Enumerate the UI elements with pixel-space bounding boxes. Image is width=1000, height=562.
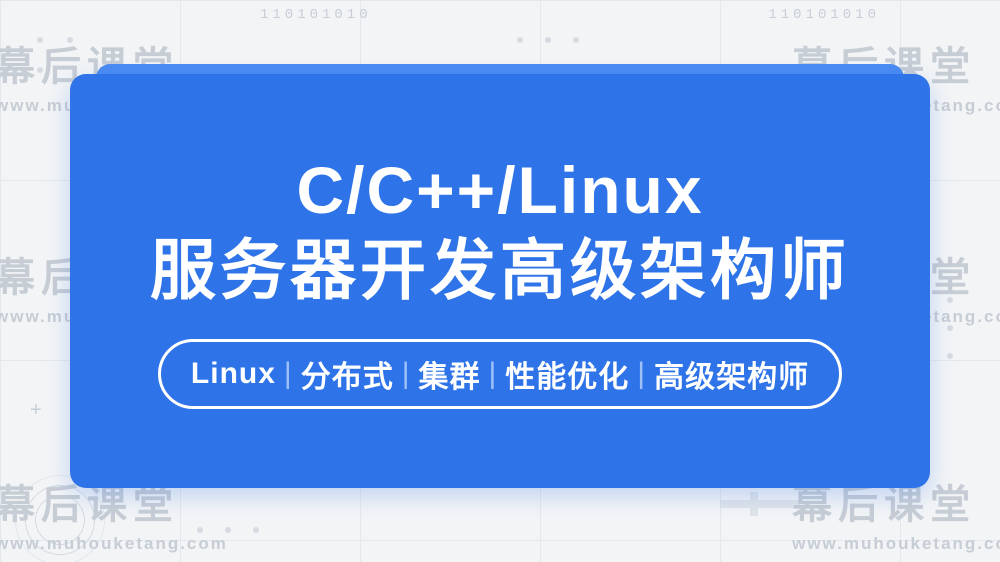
- tag-sep: |: [635, 357, 648, 391]
- tag-sep: |: [400, 357, 413, 391]
- tag: Linux: [191, 357, 276, 391]
- tag: 分布式: [301, 352, 394, 396]
- plus-icon: +: [30, 400, 42, 420]
- course-title: C/C++/Linux 服务器开发高级架构师: [150, 153, 850, 309]
- tag-sep: |: [282, 357, 295, 391]
- tag-bar: Linux| 分布式| 集群| 性能优化| 高级架构师: [158, 339, 842, 409]
- binary-text: 110101010: [260, 8, 372, 22]
- binary-text: 110101010: [768, 8, 880, 22]
- title-line1: C/C++/Linux: [296, 153, 703, 227]
- tag-sep: |: [487, 357, 500, 391]
- tag: 性能优化: [505, 352, 629, 396]
- main-card: C/C++/Linux 服务器开发高级架构师 Linux| 分布式| 集群| 性…: [70, 74, 930, 488]
- tag: 高级架构师: [654, 352, 809, 396]
- title-line2: 服务器开发高级架构师: [150, 233, 850, 309]
- tag: 集群: [419, 352, 481, 396]
